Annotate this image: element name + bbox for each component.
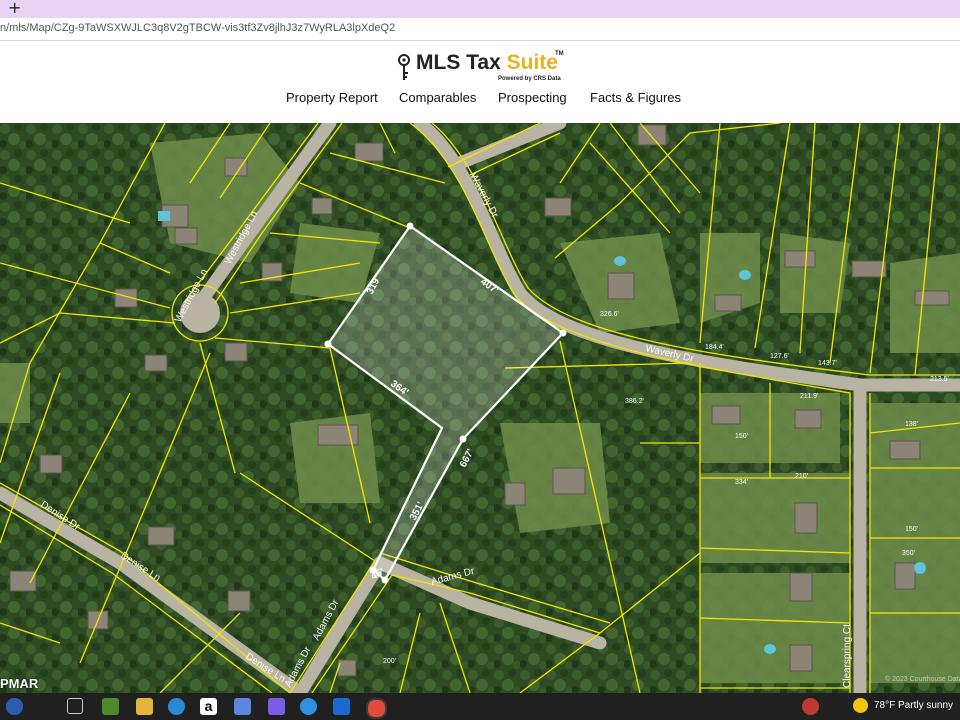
edge-browser-icon[interactable] — [168, 698, 185, 715]
aerial-map-canvas[interactable]: 319' 407' 364' 667' 351' 45' Waverly Dr … — [0, 123, 960, 693]
lot-label: 184.4' — [705, 344, 724, 351]
antivirus-icon[interactable] — [802, 698, 819, 715]
lot-label: 138' — [905, 421, 918, 428]
lot-label: 386.2' — [625, 398, 644, 405]
brand-name: MLS Tax Suite — [416, 51, 558, 75]
internet-explorer-icon[interactable] — [300, 698, 317, 715]
tripadvisor-icon[interactable] — [102, 698, 119, 715]
brand-name-part2: Suite — [506, 51, 558, 74]
map-watermark: © 2023 Courthouse Data — [885, 675, 960, 683]
lot-label: 200' — [383, 658, 396, 665]
lot-label: 334' — [735, 479, 748, 486]
parcel-map[interactable]: 319' 407' 364' 667' 351' 45' Waverly Dr … — [0, 123, 960, 693]
lot-label: 150' — [905, 526, 918, 533]
soccer-ball-icon[interactable] — [6, 698, 23, 715]
lot-label: 211.9' — [800, 393, 818, 400]
lot-label: 143.7' — [818, 360, 837, 367]
file-explorer-icon[interactable] — [136, 698, 153, 715]
street-label-clearspring-ct: Clearspring Ct — [842, 624, 853, 688]
trademark-mark: TM — [555, 51, 564, 57]
nav-comparables[interactable]: Comparables — [399, 90, 476, 105]
lot-label: 326.6' — [600, 311, 619, 318]
lot-label: 127.6' — [770, 353, 789, 360]
outlook-icon[interactable] — [333, 698, 350, 715]
os-taskbar: a 78°F Partly sunny — [0, 693, 960, 720]
lot-label: 150' — [735, 433, 748, 440]
mls-tax-suite-logo[interactable]: MLS Tax Suite TM Powered by CRS Data — [397, 49, 597, 85]
address-bar-url[interactable]: n/mls/Map/CZg-9TaWSXWJLC3q8V2gTBCW-vis3t… — [0, 22, 395, 34]
key-icon — [398, 54, 410, 80]
amazon-icon[interactable]: a — [200, 698, 217, 715]
address-bar[interactable]: n/mls/Map/CZg-9TaWSXWJLC3q8V2gTBCW-vis3t… — [0, 18, 960, 41]
nav-facts-figures[interactable]: Facts & Figures — [590, 90, 681, 105]
weather-readout[interactable]: 78°F Partly sunny — [874, 700, 953, 711]
lot-label: 210' — [795, 473, 808, 480]
microsoft-store-icon[interactable] — [234, 698, 251, 715]
powered-by-label: Powered by CRS Data — [498, 76, 561, 82]
lot-label: 213.5' — [930, 376, 949, 383]
chrome-icon[interactable] — [366, 698, 387, 719]
brand-name-part1: MLS Tax — [416, 51, 507, 74]
new-tab-button[interactable]: + — [8, 0, 21, 17]
pmar-corner-label: PMAR — [0, 676, 39, 691]
nav-property-report[interactable]: Property Report — [286, 90, 378, 105]
site-header: MLS Tax Suite TM Powered by CRS Data Pro… — [0, 41, 960, 123]
nav-prospecting[interactable]: Prospecting — [498, 90, 567, 105]
partly-sunny-icon — [853, 698, 868, 713]
copilot-icon[interactable] — [268, 698, 285, 715]
task-view-icon[interactable] — [67, 698, 83, 714]
browser-tab-strip: + — [0, 0, 960, 18]
lot-label: 350' — [902, 550, 915, 557]
